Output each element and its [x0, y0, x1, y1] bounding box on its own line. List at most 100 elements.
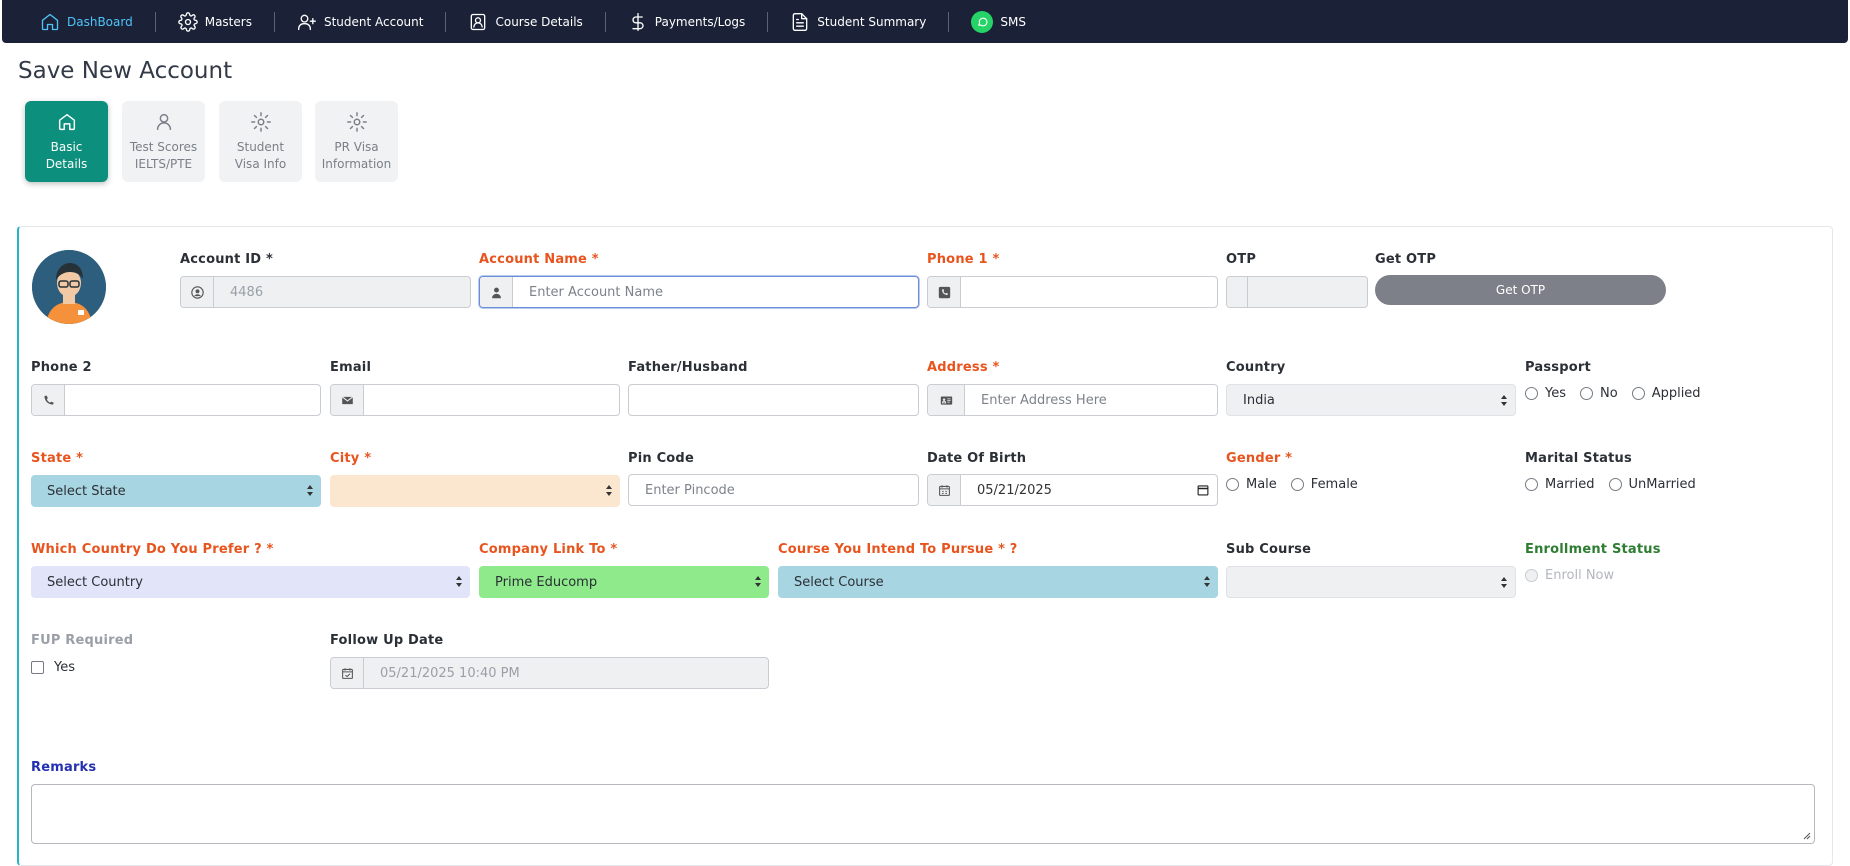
- nav-student-account[interactable]: Student Account: [285, 0, 436, 43]
- dollar-icon: [632, 12, 644, 31]
- avatar: [32, 250, 106, 324]
- fup-yes-checkbox[interactable]: [31, 661, 44, 674]
- nav-sms-label: SMS: [1000, 14, 1026, 29]
- nav-student-summary-label: Student Summary: [817, 14, 927, 29]
- fup-checkbox-group: Yes: [31, 660, 89, 675]
- father-field: [628, 384, 919, 416]
- state-value: Select State: [47, 483, 126, 499]
- gender-radio-group: Male Female: [1226, 477, 1372, 492]
- step-label: Visa Info: [234, 157, 287, 171]
- state-label: State *: [31, 451, 84, 466]
- top-navbar: DashBoard Masters Student Account Course…: [2, 0, 1848, 43]
- passport-radio-group: Yes No Applied: [1525, 386, 1715, 401]
- state-select[interactable]: Select State: [31, 475, 321, 507]
- gender-male-radio[interactable]: [1226, 478, 1239, 491]
- get-otp-label: Get OTP: [1375, 252, 1437, 267]
- dob-label: Date Of Birth: [927, 451, 1027, 466]
- otp-input: [1248, 277, 1367, 307]
- gender-female-radio[interactable]: [1290, 478, 1304, 491]
- fup-label: FUP Required: [31, 633, 134, 648]
- father-input[interactable]: [629, 385, 918, 415]
- enroll-now-label: Enroll Now: [1545, 568, 1615, 583]
- phone2-input[interactable]: [65, 385, 320, 415]
- nav-divider: [767, 11, 769, 32]
- calendar-icon: [928, 475, 961, 505]
- nav-student-account-label: Student Account: [323, 14, 424, 29]
- marital-unmarried-radio[interactable]: [1608, 478, 1622, 491]
- enroll-now-radio[interactable]: [1525, 569, 1538, 582]
- step-pr-visa[interactable]: PR Visa Information: [315, 101, 398, 182]
- envelope-icon: [331, 385, 364, 415]
- sub-course-select[interactable]: [1226, 566, 1516, 598]
- step-label: Student: [236, 140, 285, 154]
- account-name-field: [479, 276, 919, 308]
- user-circle-icon: [181, 277, 214, 307]
- phone-square-icon: [928, 277, 961, 307]
- user-icon: [480, 277, 513, 307]
- nav-sms[interactable]: SMS: [959, 0, 1038, 43]
- remarks-label: Remarks: [31, 760, 97, 775]
- course-select[interactable]: Select Course: [778, 566, 1218, 598]
- nav-divider: [273, 11, 275, 32]
- calendar-picker-icon[interactable]: [1189, 484, 1217, 496]
- country-select[interactable]: India: [1226, 384, 1516, 416]
- pref-country-select[interactable]: Select Country: [31, 566, 470, 598]
- step-label: Test Scores: [129, 140, 198, 154]
- sub-course-label: Sub Course: [1226, 542, 1312, 557]
- get-otp-button[interactable]: Get OTP: [1375, 275, 1666, 305]
- course-label: Course You Intend To Pursue * ?: [778, 542, 1018, 557]
- account-name-input[interactable]: [513, 277, 918, 307]
- passport-applied-radio[interactable]: [1631, 387, 1645, 400]
- city-select[interactable]: [330, 475, 620, 507]
- nav-divider: [445, 11, 447, 32]
- step-label: IELTS/PTE: [134, 157, 193, 171]
- step-label: Basic: [50, 140, 83, 154]
- nav-student-summary[interactable]: Student Summary: [778, 0, 938, 43]
- company-label: Company Link To *: [479, 542, 618, 557]
- home-icon: [41, 13, 59, 30]
- phone-icon: [32, 385, 65, 415]
- email-label: Email: [330, 360, 372, 375]
- phone1-input[interactable]: [961, 277, 1217, 307]
- passport-applied-label: Applied: [1651, 386, 1701, 401]
- nav-masters[interactable]: Masters: [166, 0, 264, 43]
- pincode-input[interactable]: [629, 475, 918, 505]
- marital-married-radio[interactable]: [1525, 478, 1538, 491]
- passport-label: Passport: [1525, 360, 1591, 375]
- contact-book-icon: [471, 13, 486, 30]
- remarks-textarea[interactable]: [31, 784, 1815, 844]
- address-input[interactable]: [965, 385, 1217, 415]
- passport-yes-radio[interactable]: [1525, 387, 1538, 400]
- marital-radio-group: Married UnMarried: [1525, 477, 1710, 492]
- page-title: Save New Account: [18, 58, 233, 84]
- pref-country-value: Select Country: [47, 574, 143, 590]
- pincode-label: Pin Code: [628, 451, 694, 466]
- account-id-field: [180, 276, 471, 308]
- gear-icon: [250, 112, 271, 132]
- step-label: Details: [45, 157, 88, 171]
- company-select[interactable]: Prime Educomp: [479, 566, 769, 598]
- otp-label: OTP: [1226, 252, 1257, 267]
- step-student-visa[interactable]: Student Visa Info: [219, 101, 302, 182]
- course-value: Select Course: [794, 574, 884, 590]
- account-name-label: Account Name *: [479, 252, 599, 267]
- nav-divider: [154, 11, 156, 32]
- file-icon: [792, 12, 808, 31]
- dob-input[interactable]: [961, 475, 1189, 505]
- address-card-icon: [928, 385, 965, 415]
- step-label: PR Visa: [334, 140, 379, 154]
- address-field: [927, 384, 1218, 416]
- email-input[interactable]: [364, 385, 619, 415]
- nav-course-details[interactable]: Course Details: [456, 0, 594, 43]
- otp-addon: [1227, 277, 1248, 307]
- resize-handle-icon[interactable]: [1803, 832, 1811, 840]
- pref-country-label: Which Country Do You Prefer ? *: [31, 542, 274, 557]
- passport-no-radio[interactable]: [1580, 387, 1593, 400]
- step-test-scores[interactable]: Test Scores IELTS/PTE: [122, 101, 205, 182]
- dob-field: [927, 474, 1218, 506]
- nav-payments-logs-label: Payments/Logs: [654, 14, 746, 29]
- step-basic-details[interactable]: Basic Details: [25, 101, 108, 182]
- gear-icon: [177, 11, 198, 32]
- nav-dashboard[interactable]: DashBoard: [28, 0, 145, 43]
- nav-payments-logs[interactable]: Payments/Logs: [616, 0, 758, 43]
